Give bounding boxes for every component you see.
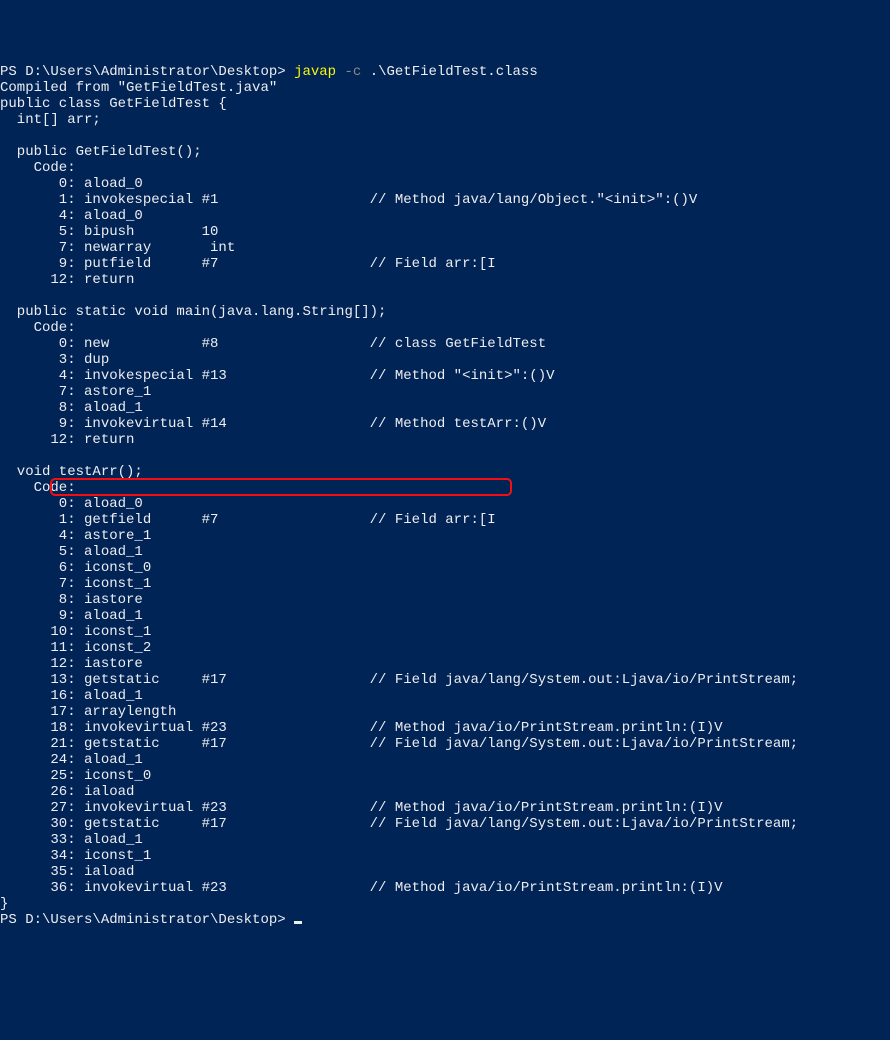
bytecode-line: 26: iaload [0,784,134,800]
bytecode-line: 24: aload_1 [0,752,143,768]
command-arg: .\GetFieldTest.class [370,64,538,80]
code-label: Code: [0,480,76,496]
bytecode-line: 13: getstatic #17 // Field java/lang/Sys… [0,672,798,688]
testarr-sig-line: void testArr(); [0,464,143,480]
bytecode-line: 12: return [0,272,134,288]
bytecode-line: 11: iconst_2 [0,640,151,656]
cursor-icon [294,921,302,924]
bytecode-line: 4: astore_1 [0,528,151,544]
bytecode-line: 5: aload_1 [0,544,143,560]
bytecode-line: 9: aload_1 [0,608,143,624]
ctor-sig-line: public GetFieldTest(); [0,144,202,160]
bytecode-line: 4: aload_0 [0,208,143,224]
bytecode-line: 5: bipush 10 [0,224,218,240]
bytecode-line: 4: invokespecial #13 // Method "<init>":… [0,368,555,384]
bytecode-line: 25: iconst_0 [0,768,151,784]
command-name: javap [294,64,336,80]
prompt-line-1[interactable]: PS D:\Users\Administrator\Desktop> javap… [0,64,538,80]
bytecode-line: 21: getstatic #17 // Field java/lang/Sys… [0,736,798,752]
bytecode-line: 0: aload_0 [0,496,143,512]
bytecode-line-highlighted: 1: getfield #7 // Field arr:[I [0,512,496,528]
bytecode-line: 0: aload_0 [0,176,143,192]
bytecode-line: 10: iconst_1 [0,624,151,640]
bytecode-line: 7: astore_1 [0,384,151,400]
main-sig-line: public static void main(java.lang.String… [0,304,386,320]
bytecode-line: 0: new #8 // class GetFieldTest [0,336,546,352]
bytecode-line: 8: aload_1 [0,400,143,416]
bytecode-line: 6: iconst_0 [0,560,151,576]
code-label: Code: [0,320,76,336]
bytecode-line: 27: invokevirtual #23 // Method java/io/… [0,800,723,816]
code-label: Code: [0,160,76,176]
bytecode-line: 9: invokevirtual #14 // Method testArr:(… [0,416,546,432]
ps-prefix: PS D:\Users\Administrator\Desktop> [0,912,294,928]
ps-prefix: PS D:\Users\Administrator\Desktop> [0,64,294,80]
bytecode-line: 12: return [0,432,134,448]
bytecode-line: 1: invokespecial #1 // Method java/lang/… [0,192,697,208]
bytecode-line: 33: aload_1 [0,832,143,848]
field-line: int[] arr; [0,112,101,128]
bytecode-line: 30: getstatic #17 // Field java/lang/Sys… [0,816,798,832]
bytecode-line: 16: aload_1 [0,688,143,704]
bytecode-line: 7: newarray int [0,240,235,256]
bytecode-line: 35: iaload [0,864,134,880]
prompt-line-2[interactable]: PS D:\Users\Administrator\Desktop> [0,912,302,928]
bytecode-line: 34: iconst_1 [0,848,151,864]
bytecode-line: 3: dup [0,352,109,368]
bytecode-line: 18: invokevirtual #23 // Method java/io/… [0,720,723,736]
bytecode-line: 8: iastore [0,592,143,608]
command-flag: -c [336,64,370,80]
bytecode-line: 17: arraylength [0,704,176,720]
compiled-from-line: Compiled from "GetFieldTest.java" [0,80,277,96]
class-close-line: } [0,896,8,912]
bytecode-line: 7: iconst_1 [0,576,151,592]
bytecode-line: 9: putfield #7 // Field arr:[I [0,256,496,272]
bytecode-line: 12: iastore [0,656,143,672]
terminal-output: PS D:\Users\Administrator\Desktop> javap… [0,64,890,928]
class-decl-line: public class GetFieldTest { [0,96,227,112]
